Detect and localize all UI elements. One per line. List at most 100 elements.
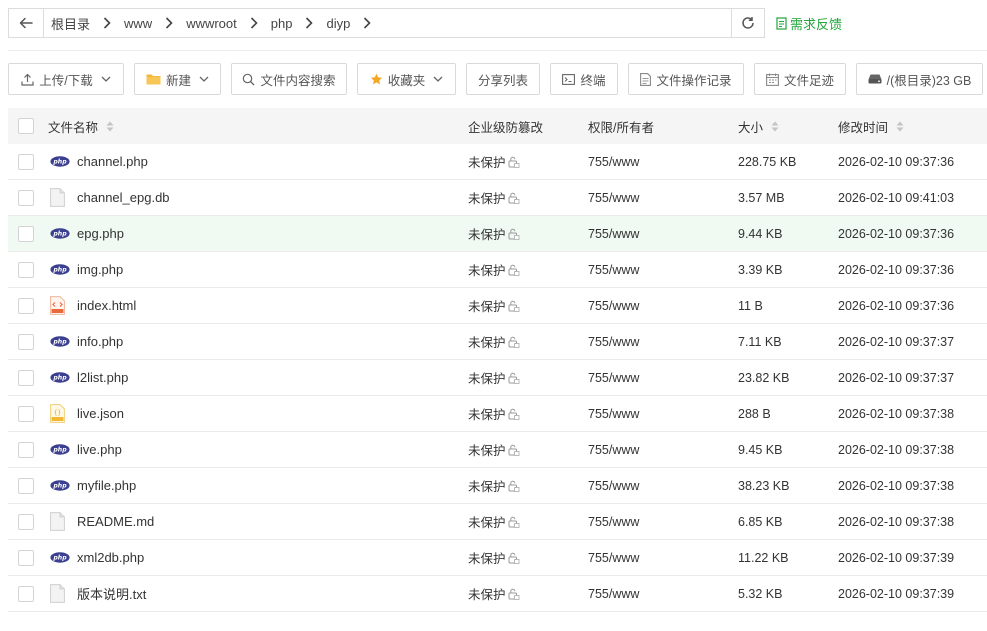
table-row[interactable]: php img.php 未保护 755/www 3.39 KB 2026-02-10 09…	[8, 252, 987, 288]
row-checkbox[interactable]	[18, 514, 34, 530]
table-row[interactable]: php myfile.php 未保护 755/www 38.23 KB 2026-02-1…	[8, 468, 987, 504]
breadcrumb-item-www[interactable]: www	[124, 16, 186, 31]
back-button[interactable]	[9, 9, 44, 37]
terminal-button[interactable]: 终端	[550, 63, 618, 95]
lock-icon[interactable]	[508, 264, 520, 276]
permission-owner[interactable]: 755/www	[588, 576, 639, 611]
breadcrumb-item-wwwroot[interactable]: wwwroot	[186, 16, 271, 31]
permission-owner[interactable]: 755/www	[588, 252, 639, 287]
operation-log-button[interactable]: 文件操作记录	[628, 63, 744, 95]
lock-icon[interactable]	[508, 336, 520, 348]
lock-icon[interactable]	[508, 228, 520, 240]
permission-owner[interactable]: 755/www	[588, 396, 639, 431]
column-header-name[interactable]: 文件名称	[48, 108, 114, 144]
search-content-label: 文件内容搜索	[260, 73, 336, 88]
lock-icon[interactable]	[508, 516, 520, 528]
row-checkbox[interactable]	[18, 406, 34, 422]
share-list-button[interactable]: 分享列表	[466, 63, 540, 95]
file-size: 5.32 KB	[738, 586, 783, 601]
chevron-right-icon	[103, 17, 111, 29]
file-name[interactable]: info.php	[77, 324, 123, 359]
lock-icon[interactable]	[508, 372, 520, 384]
row-checkbox[interactable]	[18, 586, 34, 602]
file-name[interactable]: README.md	[77, 504, 154, 539]
file-name[interactable]: epg.php	[77, 216, 124, 251]
file-name[interactable]: channel.php	[77, 144, 148, 179]
modified-time: 2026-02-10 09:37:36	[838, 262, 955, 277]
row-checkbox[interactable]	[18, 190, 34, 206]
upload-download-button[interactable]: 上传/下载	[8, 63, 124, 95]
breadcrumb-item-root[interactable]: 根目录	[51, 14, 124, 33]
column-header-size[interactable]: 大小	[738, 108, 779, 144]
file-name[interactable]: xml2db.php	[77, 540, 144, 575]
protection-label: 未保护	[468, 192, 506, 206]
table-row[interactable]: php info.php 未保护 755/www 7.11 KB 2026-02-10 0…	[8, 324, 987, 360]
permission-owner[interactable]: 755/www	[588, 504, 639, 539]
modified-time: 2026-02-10 09:37:37	[838, 370, 955, 385]
table-row[interactable]: {} live.json 未保护 755/www 288 B 2026-02-10 09:…	[8, 396, 987, 432]
row-checkbox[interactable]	[18, 298, 34, 314]
table-row[interactable]: php live.php 未保护 755/www 9.45 KB 2026-02-10 0…	[8, 432, 987, 468]
permission-owner[interactable]: 755/www	[588, 360, 639, 395]
file-trail-button[interactable]: 文件足迹	[754, 63, 846, 95]
lock-icon[interactable]	[508, 552, 520, 564]
protection-status: 未保护	[468, 432, 520, 467]
row-checkbox[interactable]	[18, 442, 34, 458]
select-all-checkbox[interactable]	[18, 118, 34, 134]
search-content-button[interactable]: 文件内容搜索	[231, 63, 347, 95]
document-icon	[640, 72, 652, 86]
row-checkbox[interactable]	[18, 370, 34, 386]
table-row[interactable]: index.html 未保护 755/www 11 B 2026-02-10 09:37…	[8, 288, 987, 324]
chevron-down-icon	[199, 76, 209, 82]
favorites-button[interactable]: 收藏夹	[357, 63, 456, 95]
file-name[interactable]: index.html	[77, 288, 136, 323]
refresh-button[interactable]	[731, 9, 764, 37]
lock-icon[interactable]	[508, 588, 520, 600]
generic-file-icon	[50, 504, 65, 539]
table-row[interactable]: 版本说明.txt 未保护 755/www 5.32 KB 2026-02-10 09:3…	[8, 576, 987, 612]
column-header-modified[interactable]: 修改时间	[838, 108, 904, 144]
permission-owner[interactable]: 755/www	[588, 432, 639, 467]
new-button[interactable]: 新建	[134, 63, 221, 95]
table-row[interactable]: php xml2db.php 未保护 755/www 11.22 KB 2026-02-1…	[8, 540, 987, 576]
lock-icon[interactable]	[508, 156, 520, 168]
file-name[interactable]: channel_epg.db	[77, 180, 170, 215]
file-name[interactable]: live.json	[77, 396, 124, 431]
file-name[interactable]: 版本说明.txt	[77, 576, 146, 611]
file-name[interactable]: img.php	[77, 252, 123, 287]
table-row[interactable]: php epg.php 未保护 755/www 9.44 KB 2026-02-10 09…	[8, 216, 987, 252]
lock-icon[interactable]	[508, 408, 520, 420]
breadcrumb-label: wwwroot	[186, 15, 237, 31]
feedback-link[interactable]: 需求反馈	[776, 14, 842, 33]
permission-owner[interactable]: 755/www	[588, 180, 639, 215]
lock-icon[interactable]	[508, 192, 520, 204]
file-name[interactable]: live.php	[77, 432, 122, 467]
lock-icon[interactable]	[508, 480, 520, 492]
permission-owner[interactable]: 755/www	[588, 144, 639, 179]
permission-owner[interactable]: 755/www	[588, 540, 639, 575]
table-row[interactable]: README.md 未保护 755/www 6.85 KB 2026-02-10 09:…	[8, 504, 987, 540]
breadcrumb-item-diyp[interactable]: diyp	[326, 16, 384, 31]
row-checkbox[interactable]	[18, 262, 34, 278]
permission-owner[interactable]: 755/www	[588, 216, 639, 251]
file-name[interactable]: myfile.php	[77, 468, 136, 503]
permission-owner[interactable]: 755/www	[588, 288, 639, 323]
permission-owner[interactable]: 755/www	[588, 324, 639, 359]
row-checkbox[interactable]	[18, 226, 34, 242]
disk-button[interactable]: /(根目录)23 GB	[856, 63, 983, 95]
row-checkbox[interactable]	[18, 550, 34, 566]
table-row[interactable]: channel_epg.db 未保护 755/www 3.57 MB 2026-02-1…	[8, 180, 987, 216]
permission-owner[interactable]: 755/www	[588, 468, 639, 503]
row-checkbox[interactable]	[18, 478, 34, 494]
lock-icon[interactable]	[508, 444, 520, 456]
row-checkbox[interactable]	[18, 334, 34, 350]
row-checkbox[interactable]	[18, 154, 34, 170]
divider	[8, 50, 987, 51]
file-name[interactable]: l2list.php	[77, 360, 128, 395]
table-row[interactable]: php l2list.php 未保护 755/www 23.82 KB 2026-02-1…	[8, 360, 987, 396]
breadcrumb-item-php[interactable]: php	[271, 16, 327, 31]
breadcrumb-label: diyp	[326, 15, 351, 31]
lock-icon[interactable]	[508, 300, 520, 312]
modified-time: 2026-02-10 09:37:39	[838, 550, 955, 565]
table-row[interactable]: php channel.php 未保护 755/www 228.75 KB 2026-02…	[8, 144, 987, 180]
